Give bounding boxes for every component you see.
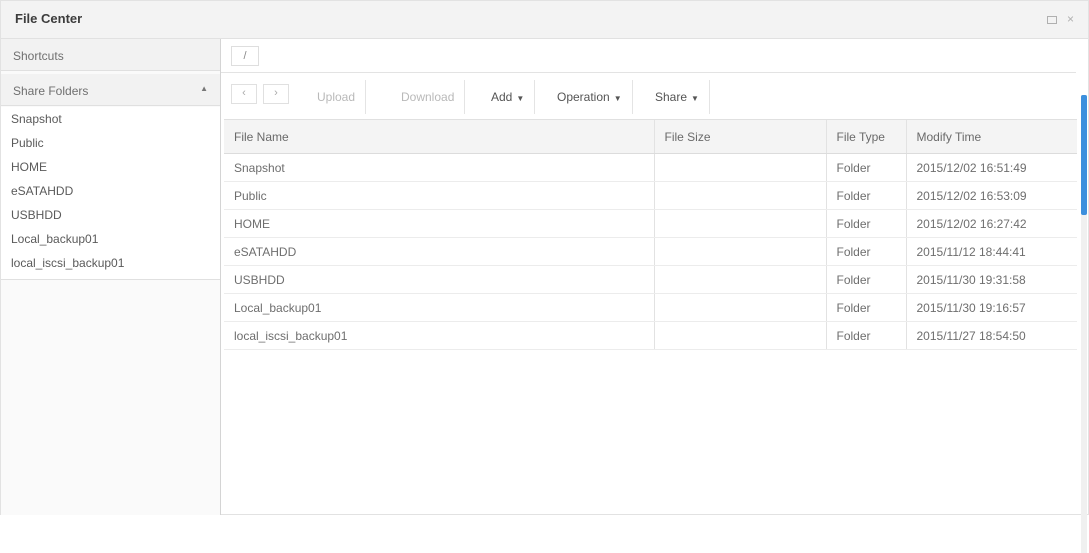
cell-file-size — [653, 181, 826, 210]
sidebar-item-local-backup01[interactable]: Local_backup01 — [1, 227, 220, 251]
cell-file-name: Snapshot — [224, 153, 654, 182]
vertical-scrollbar[interactable] — [1081, 95, 1087, 553]
collapse-caret-icon[interactable]: ▲ — [200, 84, 208, 93]
sidebar: Shortcuts Share Folders ▲ Snapshot Publi… — [1, 39, 221, 515]
cell-file-size — [653, 293, 826, 322]
breadcrumb-root[interactable]: / — [231, 46, 259, 66]
cell-file-name: eSATAHDD — [224, 237, 654, 266]
cell-file-name: Public — [224, 181, 654, 210]
cell-file-type: Folder — [825, 265, 906, 294]
forward-button[interactable]: › — [263, 84, 289, 104]
file-table: File Name File Size File Type Modify Tim… — [224, 119, 1077, 350]
cell-file-type: Folder — [825, 153, 906, 182]
main-panel: / ‹ › Upload Download Add ▼ Operation ▼ Sh… — [221, 39, 1087, 553]
chevron-down-icon: ▼ — [613, 94, 622, 103]
sidebar-item-local-iscsi-backup01[interactable]: local_iscsi_backup01 — [1, 251, 220, 275]
table-row[interactable]: eSATAHDD Folder 2015/11/12 18:44:41 — [224, 237, 1077, 266]
column-header-file-type[interactable]: File Type — [825, 119, 906, 154]
chevron-down-icon: ▼ — [691, 94, 699, 103]
cell-modify-time: 2015/12/02 16:27:42 — [905, 209, 1077, 238]
back-button[interactable]: ‹ — [231, 84, 257, 104]
shortcuts-label: Shortcuts — [13, 49, 64, 63]
close-icon[interactable]: × — [1067, 12, 1074, 26]
upload-button[interactable]: Upload — [307, 80, 367, 114]
cell-file-size — [653, 209, 826, 238]
cell-file-type: Folder — [825, 293, 906, 322]
sidebar-item-esatahdd[interactable]: eSATAHDD — [1, 179, 220, 203]
title-bar: File Center × — [1, 1, 1088, 39]
cell-file-size — [653, 237, 826, 266]
cell-file-type: Folder — [825, 181, 906, 210]
window-title: File Center — [15, 11, 83, 26]
share-folders-label: Share Folders — [13, 84, 89, 98]
table-row[interactable]: Local_backup01 Folder 2015/11/30 19:16:5… — [224, 293, 1077, 322]
cell-modify-time: 2015/11/12 18:44:41 — [905, 237, 1077, 266]
cell-file-name: HOME — [224, 209, 654, 238]
sidebar-item-home[interactable]: HOME — [1, 155, 220, 179]
table-row[interactable]: Public Folder 2015/12/02 16:53:09 — [224, 181, 1077, 210]
sidebar-item-usbhdd[interactable]: USBHDD — [1, 203, 220, 227]
table-row[interactable]: HOME Folder 2015/12/02 16:27:42 — [224, 209, 1077, 238]
scrollbar-thumb[interactable] — [1081, 95, 1087, 215]
cell-modify-time: 2015/12/02 16:51:49 — [905, 153, 1077, 182]
operation-button[interactable]: Operation ▼ — [547, 80, 633, 114]
toolbar: ‹ › Upload Download Add ▼ Operation ▼ Shar… — [221, 80, 1076, 114]
table-row[interactable]: local_iscsi_backup01 Folder 2015/11/27 1… — [224, 321, 1077, 350]
cell-modify-time: 2015/11/30 19:16:57 — [905, 293, 1077, 322]
add-button[interactable]: Add ▼ — [481, 80, 536, 114]
file-center-window: File Center × Shortcuts Share Folders ▲ … — [0, 0, 1089, 553]
table-row[interactable]: Snapshot Folder 2015/12/02 16:51:49 — [224, 153, 1077, 182]
column-header-file-name[interactable]: File Name — [224, 119, 654, 154]
share-folder-list: Snapshot Public HOME eSATAHDD USBHDD Loc… — [1, 107, 220, 280]
cell-file-type: Folder — [825, 237, 906, 266]
column-header-file-size[interactable]: File Size — [653, 119, 826, 154]
sidebar-item-snapshot[interactable]: Snapshot — [1, 107, 220, 131]
cell-file-name: USBHDD — [224, 265, 654, 294]
operation-label: Operation — [557, 90, 610, 104]
cell-file-name: local_iscsi_backup01 — [224, 321, 654, 350]
cell-file-size — [653, 265, 826, 294]
share-folders-header[interactable]: Share Folders ▲ — [1, 74, 220, 106]
shortcuts-header[interactable]: Shortcuts — [1, 39, 220, 71]
cell-file-size — [653, 153, 826, 182]
window-controls: × — [1040, 12, 1074, 26]
cell-file-name: Local_backup01 — [224, 293, 654, 322]
share-button[interactable]: Share ▼ — [645, 80, 710, 114]
cell-modify-time: 2015/12/02 16:53:09 — [905, 181, 1077, 210]
sidebar-item-public[interactable]: Public — [1, 131, 220, 155]
breadcrumb: / — [221, 39, 1076, 73]
restore-icon[interactable] — [1046, 15, 1057, 24]
cell-file-type: Folder — [825, 209, 906, 238]
download-button[interactable]: Download — [391, 80, 466, 114]
column-header-modify-time[interactable]: Modify Time — [905, 119, 1077, 154]
cell-modify-time: 2015/11/27 18:54:50 — [905, 321, 1077, 350]
cell-file-type: Folder — [825, 321, 906, 350]
chevron-down-icon: ▼ — [516, 94, 525, 103]
table-row[interactable]: USBHDD Folder 2015/11/30 19:31:58 — [224, 265, 1077, 294]
share-label: Share — [655, 90, 688, 104]
cell-modify-time: 2015/11/30 19:31:58 — [905, 265, 1077, 294]
cell-file-size — [653, 321, 826, 350]
table-header: File Name File Size File Type Modify Tim… — [224, 119, 1077, 154]
add-label: Add — [491, 90, 513, 104]
